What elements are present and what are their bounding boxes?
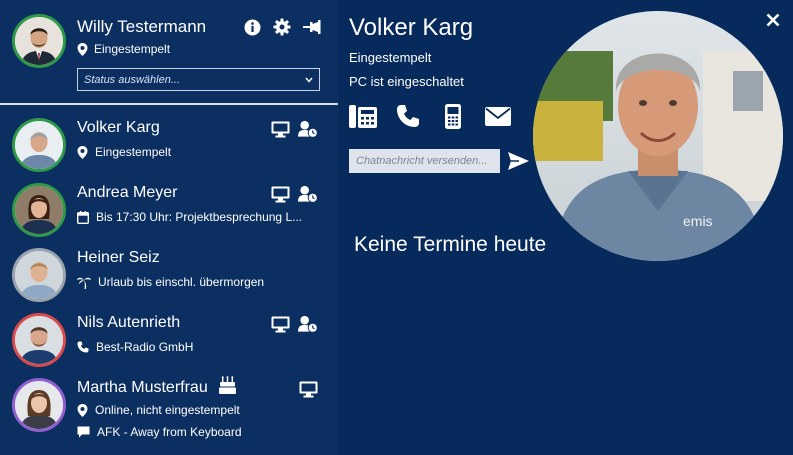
contact-status: Best-Radio GmbH <box>77 340 193 354</box>
contact-status: Urlaub bis einschl. übermorgen <box>77 275 264 289</box>
phone-icon[interactable] <box>394 103 422 129</box>
user-clock-icon <box>298 120 318 138</box>
contact-name: Volker Karg <box>77 119 160 136</box>
detail-contact-actions <box>349 103 512 129</box>
contact-status: Eingestempelt <box>77 145 171 159</box>
calendar-icon <box>77 210 89 224</box>
header-divider <box>0 103 338 105</box>
location-pin-icon <box>77 145 88 159</box>
contact-item[interactable]: Heiner Seiz Urlaub bis einschl. übermorg… <box>0 242 338 302</box>
send-icon <box>507 152 529 170</box>
current-user-header: Willy Testermann Eingestempelt Status au… <box>0 0 338 104</box>
monitor-icon <box>270 120 290 138</box>
current-user-status-text: Eingestempelt <box>94 42 171 56</box>
contact-name: Andrea Meyer <box>77 184 178 201</box>
envelope-icon[interactable] <box>484 103 512 129</box>
contact-status-text: Best-Radio GmbH <box>96 340 194 354</box>
monitor-icon <box>270 315 290 333</box>
contact-avatar <box>12 313 66 367</box>
status-select-value: Status auswählen... <box>84 73 181 86</box>
contact-item[interactable]: Nils Autenrieth Best-Radio GmbH <box>0 307 338 367</box>
svg-text:emis: emis <box>683 213 713 229</box>
current-user-avatar[interactable] <box>12 14 66 68</box>
contact-name: Martha Musterfrau <box>77 379 208 396</box>
current-user-status: Eingestempelt <box>77 42 170 56</box>
contact-name: Heiner Seiz <box>77 249 160 266</box>
status-select[interactable]: Status auswählen... <box>77 68 320 91</box>
close-icon <box>766 13 780 27</box>
contact-indicators <box>270 315 318 333</box>
detail-status: Eingestempelt <box>349 50 432 65</box>
location-pin-icon <box>77 403 88 417</box>
contact-message: AFK - Away from Keyboard <box>77 425 242 439</box>
location-pin-icon <box>77 42 88 56</box>
contact-indicators <box>270 185 318 203</box>
monitor-icon <box>270 185 290 203</box>
contact-message-text: AFK - Away from Keyboard <box>97 425 242 439</box>
contact-status: Bis 17:30 Uhr: Projektbesprechung L... <box>77 210 302 224</box>
contact-avatar <box>12 183 66 237</box>
contacts-panel: Willy Testermann Eingestempelt Status au… <box>0 0 338 455</box>
contact-photo: emis <box>533 11 783 261</box>
current-user-name: Willy Testermann <box>77 17 207 36</box>
user-clock-icon <box>298 185 318 203</box>
chat-message-input[interactable] <box>349 149 500 173</box>
palm-tree-icon <box>77 277 91 289</box>
user-clock-icon <box>298 315 318 333</box>
contact-status-text: Urlaub bis einschl. übermorgen <box>98 275 265 289</box>
contact-avatar <box>12 378 66 432</box>
close-button[interactable] <box>764 11 782 31</box>
contact-avatar <box>12 118 66 172</box>
contact-item[interactable]: Martha Musterfrau Online, nicht eingeste… <box>0 372 338 452</box>
contact-status-text: Eingestempelt <box>95 145 172 159</box>
contact-indicators <box>298 380 318 398</box>
contact-item[interactable]: Volker Karg Eingestempelt <box>0 112 338 172</box>
contact-avatar <box>12 248 66 302</box>
phone-icon <box>77 341 89 353</box>
contact-status-text: Bis 17:30 Uhr: Projektbesprechung L... <box>96 210 303 224</box>
current-user-actions <box>243 18 321 36</box>
chat-bubble-icon <box>77 426 90 438</box>
send-button[interactable] <box>507 150 529 172</box>
contact-name: Nils Autenrieth <box>77 314 181 331</box>
detail-pc-status: PC ist eingeschaltet <box>349 74 464 89</box>
contact-item[interactable]: Andrea Meyer Bis 17:30 Uhr: Projektbespr… <box>0 177 338 237</box>
desk-phone-icon[interactable] <box>349 103 377 129</box>
detail-contact-name: Volker Karg <box>349 14 474 41</box>
mobile-phone-icon[interactable] <box>439 103 467 129</box>
monitor-icon <box>298 380 318 398</box>
info-icon[interactable] <box>243 18 261 36</box>
contact-indicators <box>270 120 318 138</box>
contact-status: Online, nicht eingestempelt <box>77 403 240 417</box>
gear-icon[interactable] <box>273 18 291 36</box>
chevron-down-icon <box>305 77 313 83</box>
pin-icon[interactable] <box>303 18 321 36</box>
birthday-cake-icon <box>219 376 236 399</box>
appointments-empty-text: Keine Termine heute <box>354 233 547 256</box>
contact-status-text: Online, nicht eingestempelt <box>95 403 240 417</box>
